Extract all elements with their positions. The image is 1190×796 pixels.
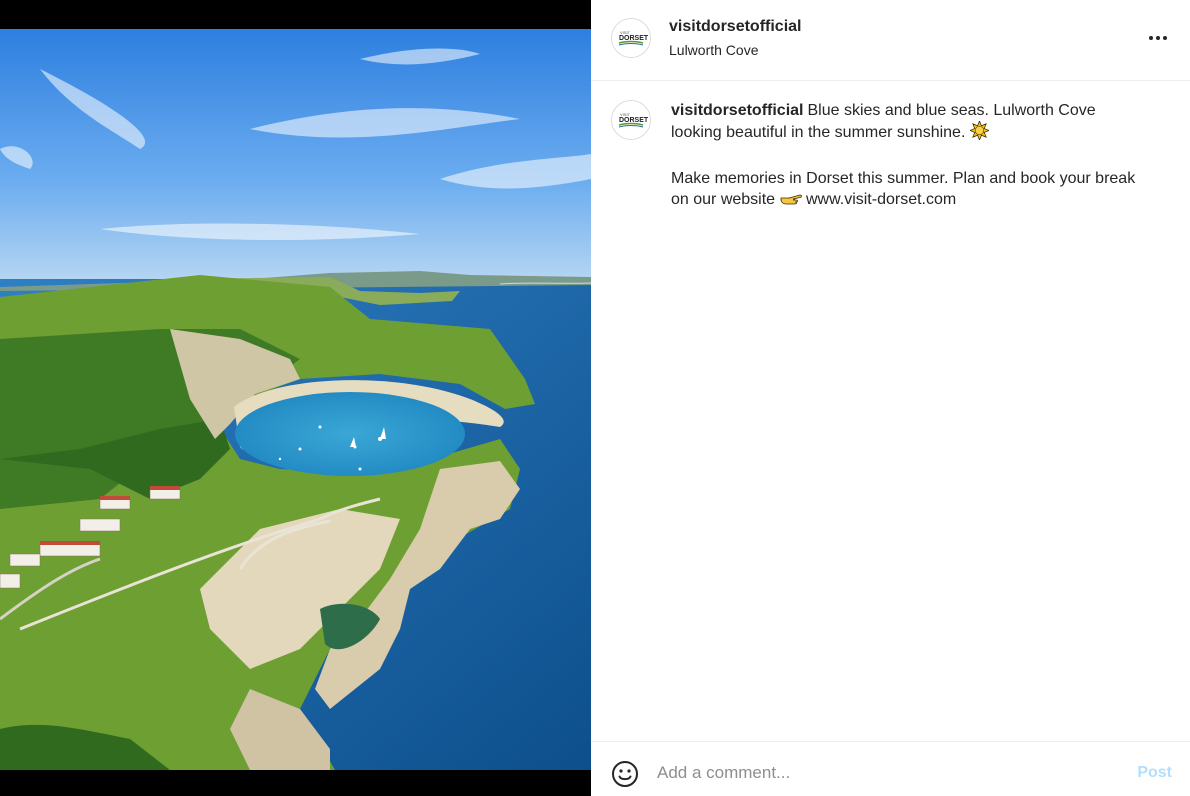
lulworth-cove-photo [0,29,591,770]
comment-bar: Post [591,741,1190,796]
caption-avatar[interactable]: VISIT DORSET [611,100,651,140]
emoji-picker-icon[interactable] [611,760,639,788]
post-header: VISIT DORSET visitdorsetofficial Lulwort… [591,0,1190,81]
caption-username[interactable]: visitdorsetofficial [671,102,803,119]
post-media [0,0,591,796]
visit-dorset-logo-icon: VISIT DORSET [612,101,650,139]
post-location[interactable]: Lulworth Cove [669,42,759,58]
caption-paragraph-2: Make memories in Dorset this summer. Pla… [671,168,1141,213]
post-photo[interactable] [0,29,591,770]
more-options-icon[interactable] [1146,26,1170,50]
visit-dorset-logo-icon: VISIT DORSET [612,19,650,57]
sun-icon [968,119,990,146]
pointing-hand-icon [780,191,802,213]
comment-input[interactable] [657,758,1117,788]
avatar[interactable]: VISIT DORSET [611,18,651,58]
post-side-panel: VISIT DORSET visitdorsetofficial Lulwort… [591,0,1190,796]
post-username[interactable]: visitdorsetofficial [669,18,801,36]
caption-text: visitdorsetofficial Blue skies and blue s… [671,100,1141,213]
post-caption: VISIT DORSET visitdorsetofficial Blue ski… [591,81,1190,741]
post-comment-button[interactable]: Post [1137,764,1172,782]
caption-link[interactable]: www.visit-dorset.com [806,191,956,208]
